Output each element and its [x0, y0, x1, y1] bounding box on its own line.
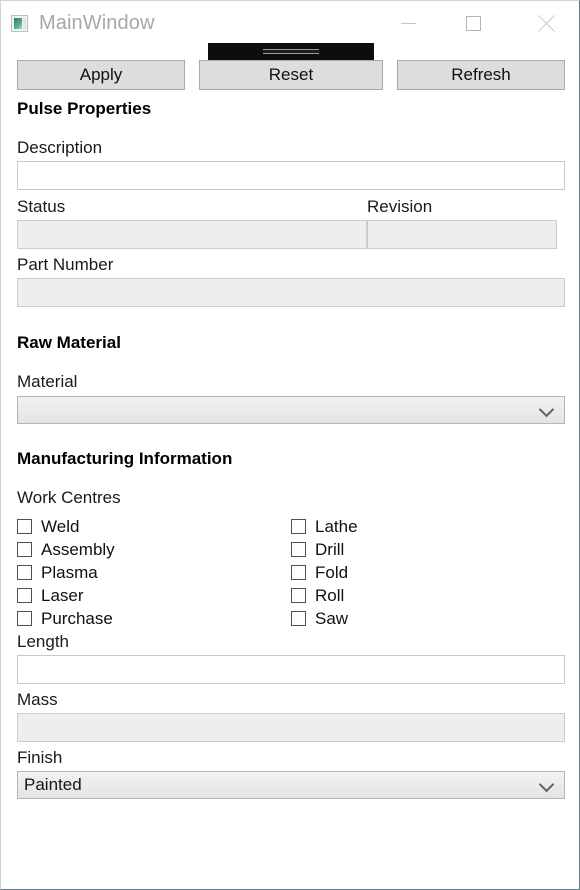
checkbox-purchase-box[interactable]	[17, 611, 32, 626]
checkbox-roll[interactable]: Roll	[291, 584, 358, 607]
work-centres-right-column: Lathe Drill Fold Roll Saw	[291, 515, 358, 630]
checkbox-drill-label: Drill	[315, 539, 345, 559]
length-input[interactable]	[17, 655, 565, 684]
finish-combobox[interactable]: Painted	[17, 771, 565, 799]
section-title-manufacturing-information: Manufacturing Information	[17, 449, 233, 468]
checkbox-lathe-label: Lathe	[315, 516, 358, 536]
checkbox-assembly-box[interactable]	[17, 542, 32, 557]
action-button-row: Apply Reset Refresh	[1, 60, 579, 92]
finish-label: Finish	[17, 748, 63, 767]
form-body: Pulse Properties Description Status Revi…	[1, 98, 579, 799]
checkbox-laser-label: Laser	[41, 585, 84, 605]
work-centres-grid: Weld Assembly Plasma Laser Purchase Lath…	[1, 515, 579, 630]
part-number-label: Part Number	[17, 255, 114, 274]
checkbox-assembly[interactable]: Assembly	[17, 538, 115, 561]
floating-toolbar[interactable]	[208, 43, 374, 60]
checkbox-lathe[interactable]: Lathe	[291, 515, 358, 538]
mass-label: Mass	[17, 690, 58, 709]
main-window: MainWindow Apply Reset Refresh Pulse Pro…	[0, 0, 580, 890]
finish-combobox-value: Painted	[24, 775, 82, 794]
chevron-down-icon	[538, 401, 555, 418]
checkbox-roll-label: Roll	[315, 585, 345, 605]
checkbox-plasma-label: Plasma	[41, 562, 98, 582]
work-centres-left-column: Weld Assembly Plasma Laser Purchase	[17, 515, 115, 630]
checkbox-fold[interactable]: Fold	[291, 561, 358, 584]
app-window-icon	[11, 15, 28, 32]
refresh-button[interactable]: Refresh	[397, 60, 565, 90]
checkbox-roll-box[interactable]	[291, 588, 306, 603]
checkbox-laser[interactable]: Laser	[17, 584, 115, 607]
description-label: Description	[17, 138, 103, 157]
reset-button[interactable]: Reset	[199, 60, 383, 90]
checkbox-purchase-label: Purchase	[41, 608, 113, 628]
minimize-button[interactable]	[385, 1, 431, 46]
checkbox-assembly-label: Assembly	[41, 539, 115, 559]
material-combobox[interactable]	[17, 396, 565, 424]
drag-grip-handle-icon[interactable]	[263, 49, 319, 54]
checkbox-saw-box[interactable]	[291, 611, 306, 626]
checkbox-weld[interactable]: Weld	[17, 515, 115, 538]
checkbox-drill[interactable]: Drill	[291, 538, 358, 561]
checkbox-purchase[interactable]: Purchase	[17, 607, 115, 630]
status-input	[17, 220, 367, 249]
section-title-pulse-properties: Pulse Properties	[17, 99, 152, 118]
work-centres-label: Work Centres	[17, 488, 121, 507]
window-title: MainWindow	[39, 12, 155, 34]
checkbox-lathe-box[interactable]	[291, 519, 306, 534]
chevron-down-icon	[538, 776, 555, 793]
checkbox-weld-label: Weld	[41, 516, 80, 536]
checkbox-saw[interactable]: Saw	[291, 607, 358, 630]
material-label: Material	[17, 372, 78, 391]
checkbox-drill-box[interactable]	[291, 542, 306, 557]
checkbox-plasma-box[interactable]	[17, 565, 32, 580]
part-number-input	[17, 278, 565, 307]
mass-input	[17, 713, 565, 742]
apply-button[interactable]: Apply	[17, 60, 185, 90]
revision-input	[367, 220, 557, 249]
minimize-icon	[400, 23, 416, 24]
maximize-button[interactable]	[450, 1, 496, 46]
maximize-icon	[465, 16, 481, 31]
close-button[interactable]	[523, 1, 569, 46]
checkbox-plasma[interactable]: Plasma	[17, 561, 115, 584]
section-title-raw-material: Raw Material	[17, 333, 121, 352]
checkbox-saw-label: Saw	[315, 608, 349, 628]
length-label: Length	[17, 632, 69, 651]
checkbox-fold-label: Fold	[315, 562, 349, 582]
status-label: Status	[17, 197, 66, 216]
checkbox-weld-box[interactable]	[17, 519, 32, 534]
description-input[interactable]	[17, 161, 565, 190]
checkbox-fold-box[interactable]	[291, 565, 306, 580]
revision-label: Revision	[367, 197, 433, 216]
close-icon	[537, 14, 556, 33]
checkbox-laser-box[interactable]	[17, 588, 32, 603]
